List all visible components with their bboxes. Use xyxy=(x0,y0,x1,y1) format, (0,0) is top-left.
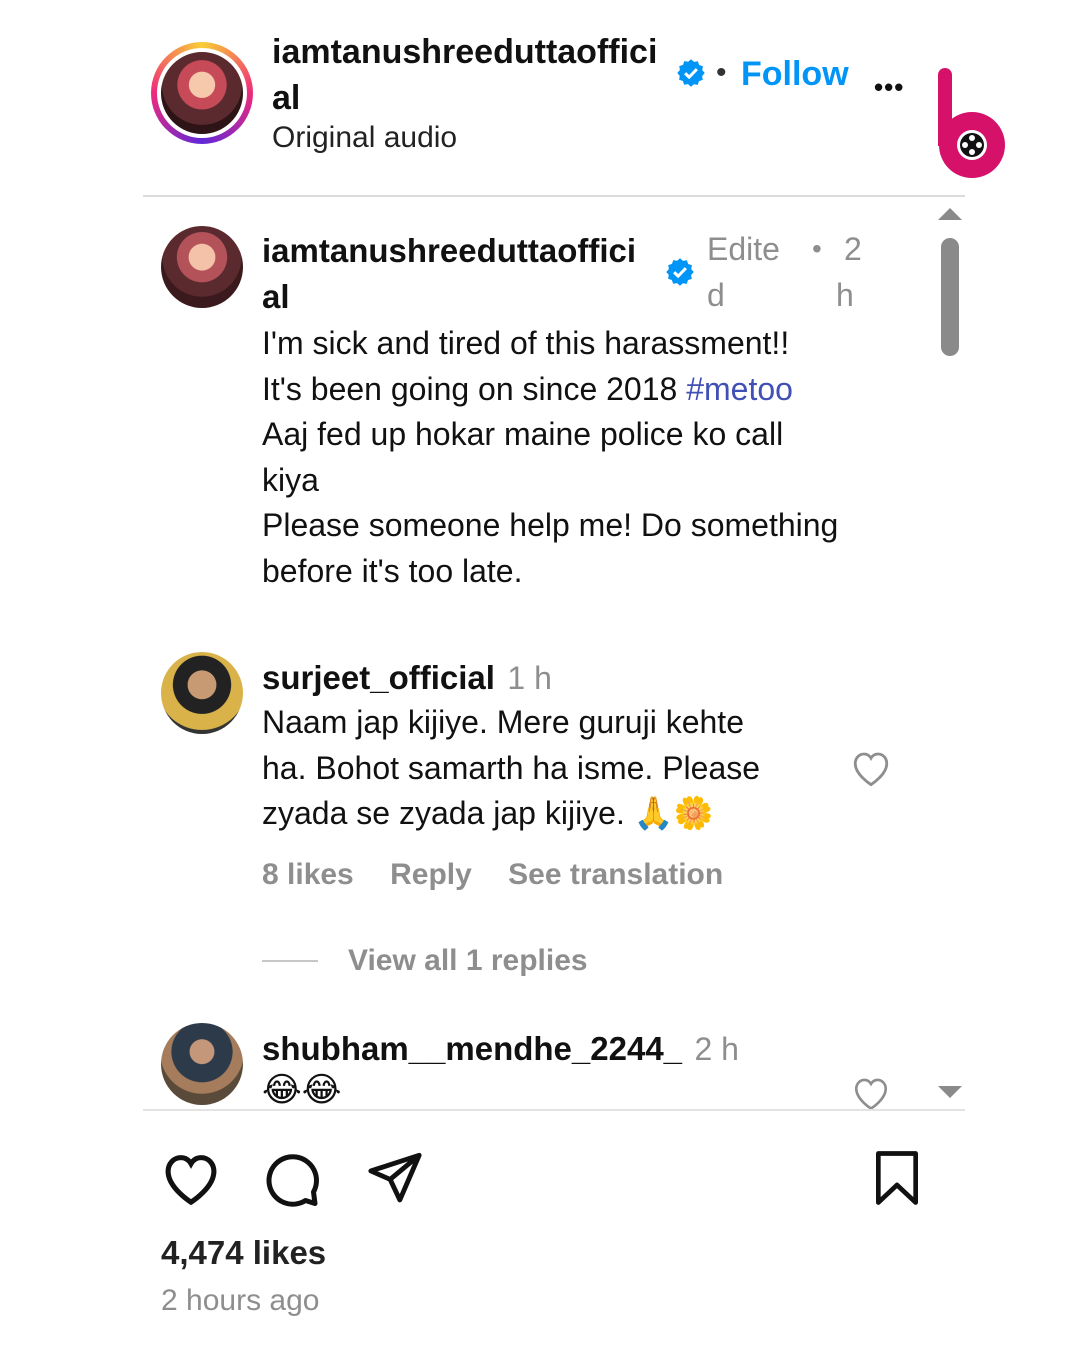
comment-line: Naam jap kijiye. Mere guruji kehte xyxy=(262,704,744,740)
comment-text: Naam jap kijiye. Mere guruji kehte ha. B… xyxy=(262,700,842,837)
comment-like-heart-icon[interactable] xyxy=(850,1075,892,1111)
bookmark-icon[interactable] xyxy=(872,1150,922,1206)
caption-line: Please someone help me! Do something xyxy=(262,507,839,543)
header-divider xyxy=(143,195,965,197)
verified-badge-icon xyxy=(677,59,705,87)
edited-label-line1: Edite xyxy=(707,231,780,267)
hashtag-link[interactable]: #metoo xyxy=(686,371,793,407)
comment-avatar[interactable] xyxy=(161,1023,243,1105)
author-avatar[interactable] xyxy=(151,42,253,144)
comment-username[interactable]: shubham__mendhe_2244_ xyxy=(262,1030,682,1067)
comment-username[interactable]: surjeet_official xyxy=(262,659,495,696)
caption-line: before it's too late. xyxy=(262,552,523,589)
header-username-line2[interactable]: al xyxy=(272,75,300,121)
header-username-line1[interactable]: iamtanushreeduttaoffici xyxy=(272,29,657,75)
comment-meta: 8 likes Reply See translation xyxy=(262,858,723,892)
verified-badge-icon xyxy=(666,258,694,286)
caption-line: I'm sick and tired of this harassment!! xyxy=(262,325,790,361)
more-options-icon[interactable]: ••• xyxy=(874,72,904,103)
scroll-up-arrow-icon[interactable] xyxy=(938,208,962,220)
comment-avatar[interactable] xyxy=(161,652,243,734)
follow-button[interactable]: Follow xyxy=(741,55,849,94)
post-timestamp: 2 hours ago xyxy=(161,1284,320,1317)
see-translation-button[interactable]: See translation xyxy=(508,858,723,891)
reply-button[interactable]: Reply xyxy=(390,858,472,891)
comment-like-heart-icon[interactable] xyxy=(850,748,892,788)
scrollbar-thumb[interactable] xyxy=(941,238,959,356)
scroll-down-arrow-icon[interactable] xyxy=(938,1086,962,1098)
comment-time: 1 h xyxy=(507,660,552,696)
header-separator: • xyxy=(716,56,727,89)
comment-header: surjeet_official 1 h xyxy=(262,655,552,701)
caption-line: It's been going on since 2018 #metoo xyxy=(262,367,902,413)
comment-line: zyada se zyada jap kijiye. 🙏🌼 xyxy=(262,795,714,831)
share-icon[interactable] xyxy=(366,1150,424,1204)
comment-line: ha. Bohot samarth ha isme. Please xyxy=(262,749,761,786)
caption-avatar[interactable] xyxy=(161,226,243,308)
view-replies-button[interactable]: View all 1 replies xyxy=(348,944,588,978)
caption-time-line2: h xyxy=(836,277,854,313)
comment-icon[interactable] xyxy=(262,1148,322,1208)
caption-username-line1[interactable]: iamtanushreeduttaoffici xyxy=(262,228,636,274)
edited-label-line2: d xyxy=(707,277,725,313)
comment-text: 😂😂 xyxy=(262,1071,342,1108)
audio-label[interactable]: Original audio xyxy=(272,121,457,155)
caption-text: I'm sick and tired of this harassment!! … xyxy=(262,321,902,594)
replies-divider-line xyxy=(262,960,318,962)
brand-logo-icon xyxy=(938,68,1005,178)
caption-username-line2[interactable]: al xyxy=(262,274,290,320)
caption-line: Aaj fed up hokar maine police ko call xyxy=(262,416,784,452)
caption-line: kiya xyxy=(262,461,319,498)
actions-divider xyxy=(143,1109,965,1111)
caption-time-line1: 2 xyxy=(844,231,862,267)
caption-separator: • xyxy=(812,233,822,264)
post-likes-count[interactable]: 4,474 likes xyxy=(161,1234,326,1272)
comment-header: shubham__mendhe_2244_ 2 h xyxy=(262,1026,739,1072)
comment-likes-count[interactable]: 8 likes xyxy=(262,858,354,891)
comment-time: 2 h xyxy=(694,1031,739,1067)
heart-icon[interactable] xyxy=(160,1150,222,1206)
caption-line-text: It's been going on since 2018 xyxy=(262,370,687,407)
